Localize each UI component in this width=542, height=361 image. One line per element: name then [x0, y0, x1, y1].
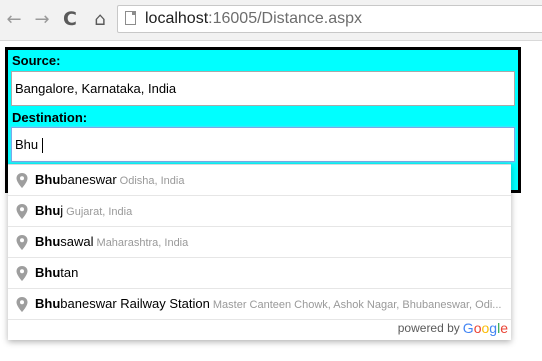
logo-letter: o [481, 320, 490, 336]
page-icon [125, 11, 136, 25]
logo-letter: o [473, 320, 482, 336]
suggestion-match: Bhu [35, 234, 61, 249]
map-pin-icon [16, 235, 28, 250]
url-text[interactable]: localhost:16005/Distance.aspx [145, 10, 362, 28]
suggestion-main: Bhuj [35, 203, 63, 218]
suggestion-match: Bhu [35, 265, 61, 280]
suggestion-item[interactable]: Bhubaneswar Odisha, India [8, 165, 511, 196]
suggestion-match: Bhu [35, 172, 61, 187]
suggestion-rest: j [60, 203, 64, 218]
suggestion-item[interactable]: Bhutan [8, 258, 511, 289]
suggestion-match: Bhu [35, 296, 61, 311]
suggestion-main: Bhusawal [35, 234, 94, 249]
powered-by-google: powered by Google [398, 320, 508, 336]
suggestion-main: Bhubaneswar Railway Station [35, 296, 210, 311]
suggestion-secondary: Odisha, India [119, 175, 185, 187]
destination-input[interactable] [11, 127, 515, 162]
suggestion-secondary: Maharashtra, India [96, 237, 189, 249]
suggestion-rest: baneswar Railway Station [60, 296, 210, 311]
browser-toolbar: ← → C ⌂ localhost:16005/Distance.aspx [0, 0, 542, 41]
url-host: localhost [145, 10, 209, 27]
suggestion-main: Bhubaneswar [35, 172, 117, 187]
back-arrow-icon[interactable]: ← [2, 7, 26, 31]
text-caret [42, 138, 43, 153]
suggestion-rest: baneswar [60, 172, 117, 187]
home-icon[interactable]: ⌂ [88, 7, 112, 31]
suggestion-secondary: Master Canteen Chowk, Ashok Nagar, Bhuba… [212, 299, 502, 311]
suggestion-rest: tan [60, 265, 79, 280]
suggestion-item[interactable]: Bhuj Gujarat, India [8, 196, 511, 227]
address-bar[interactable]: localhost:16005/Distance.aspx [117, 5, 542, 33]
powered-by-text: powered by [397, 321, 460, 335]
source-label: Source: [12, 53, 61, 68]
forward-arrow-icon[interactable]: → [30, 7, 54, 31]
source-input[interactable] [11, 71, 515, 106]
map-pin-icon [16, 204, 28, 219]
destination-label: Destination: [12, 110, 88, 125]
map-pin-icon [16, 266, 28, 281]
map-pin-icon [16, 173, 28, 188]
logo-letter: G [462, 320, 474, 336]
logo-letter: g [489, 320, 498, 336]
suggestion-secondary: Gujarat, India [66, 206, 133, 218]
url-path: :16005/Distance.aspx [208, 10, 363, 27]
suggestion-rest: sawal [60, 234, 94, 249]
google-logo: Google [463, 320, 508, 336]
map-pin-icon [16, 297, 28, 312]
suggestion-main: Bhutan [35, 265, 78, 280]
logo-letter: e [500, 320, 508, 336]
autocomplete-dropdown: Bhubaneswar Odisha, India Bhuj Gujarat, In… [8, 164, 511, 340]
suggestion-item[interactable]: Bhubaneswar Railway Station Master Cantee… [8, 289, 511, 320]
reload-icon[interactable]: C [58, 7, 82, 31]
suggestion-match: Bhu [35, 203, 61, 218]
suggestion-item[interactable]: Bhusawal Maharashtra, India [8, 227, 511, 258]
